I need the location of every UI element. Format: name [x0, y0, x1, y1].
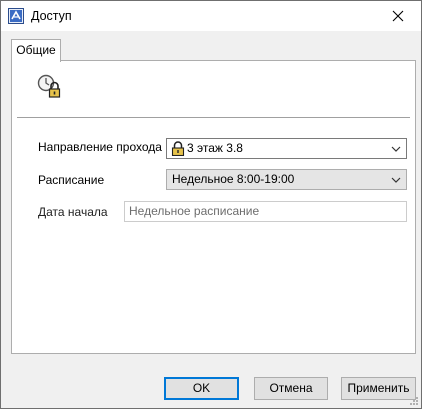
ok-button[interactable]: OK: [164, 377, 239, 400]
resize-grip-icon[interactable]: [409, 396, 419, 406]
app-icon: [8, 8, 24, 24]
access-lock-icon: [37, 74, 61, 98]
ok-button-label: OK: [192, 381, 211, 395]
title-bar[interactable]: Доступ: [1, 1, 421, 31]
direction-select[interactable]: 3 этаж 3.8: [166, 138, 407, 159]
close-icon: [392, 10, 404, 22]
start-date-field[interactable]: Недельное расписание: [124, 201, 407, 222]
apply-button-label: Применить: [347, 381, 410, 395]
window-title: Доступ: [31, 9, 72, 23]
schedule-label: Расписание: [38, 173, 105, 187]
direction-value: 3 этаж 3.8: [187, 141, 243, 155]
access-dialog: Доступ Общие Направление прохода 3 этаж: [0, 0, 422, 409]
close-button[interactable]: [375, 1, 421, 31]
header-separator: [17, 117, 410, 118]
tab-general-label: Общие: [16, 43, 56, 57]
apply-button[interactable]: Применить: [341, 377, 416, 400]
chevron-down-icon: [391, 146, 401, 152]
direction-label: Направление прохода: [38, 140, 162, 154]
chevron-down-icon: [391, 177, 401, 183]
cancel-button[interactable]: Отмена: [254, 377, 328, 400]
schedule-value: Недельное 8:00-19:00: [172, 172, 295, 186]
cancel-button-label: Отмена: [269, 381, 313, 395]
start-date-placeholder: Недельное расписание: [129, 204, 260, 218]
start-date-label: Дата начала: [38, 205, 108, 219]
lock-icon: [171, 141, 185, 156]
tab-general[interactable]: Общие: [11, 39, 61, 62]
schedule-select[interactable]: Недельное 8:00-19:00: [166, 169, 407, 190]
tab-panel-general: Направление прохода 3 этаж 3.8 Расписани…: [11, 60, 416, 354]
